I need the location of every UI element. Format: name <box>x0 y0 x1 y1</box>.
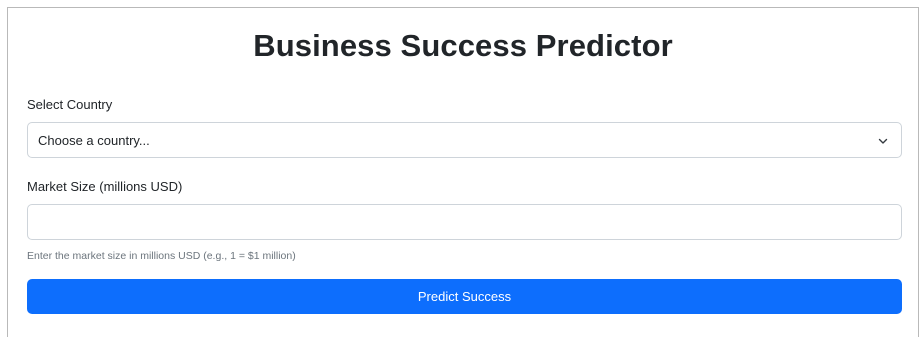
market-size-label: Market Size (millions USD) <box>27 179 183 194</box>
market-size-input[interactable] <box>27 204 902 240</box>
country-select[interactable]: Choose a country... <box>27 122 902 158</box>
page-title: Business Success Predictor <box>253 28 673 63</box>
country-select-value: Choose a country... <box>38 133 150 148</box>
market-size-help-text: Enter the market size in millions USD (e… <box>27 250 296 262</box>
country-label: Select Country <box>27 97 113 112</box>
predictor-card: Business Success Predictor Select Countr… <box>7 7 919 337</box>
predict-success-button[interactable]: Predict Success <box>27 279 902 314</box>
chevron-down-icon <box>878 138 888 144</box>
